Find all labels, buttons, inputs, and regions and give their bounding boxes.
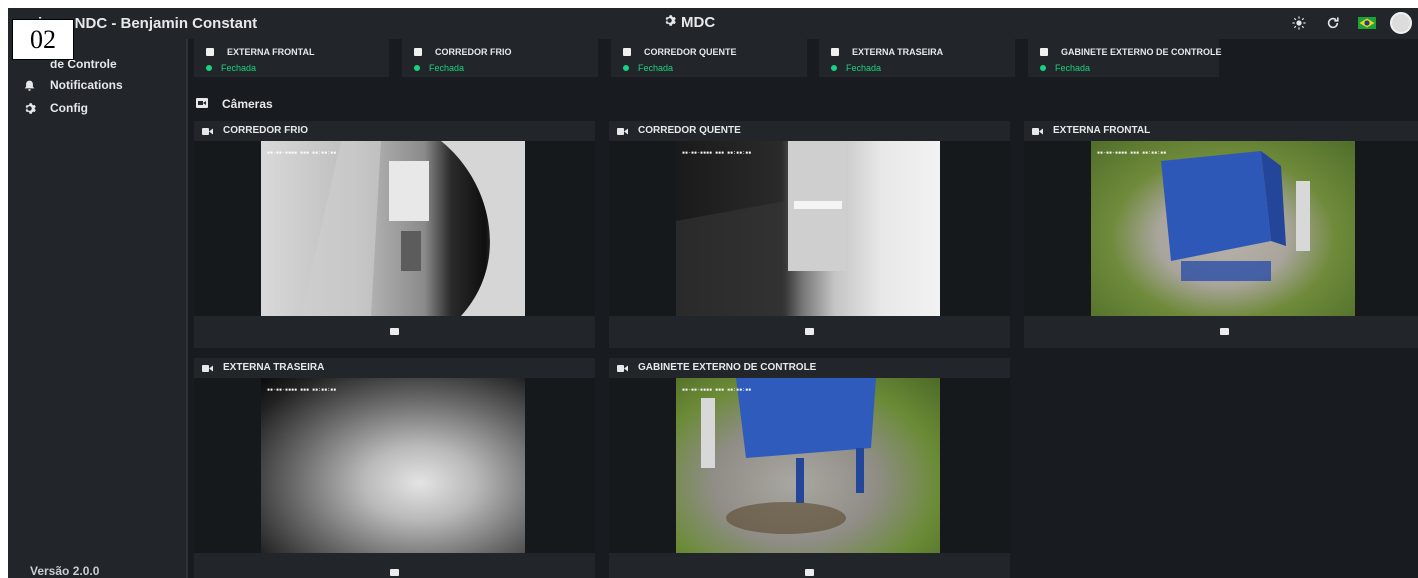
camera-image: ▪▪-▪▪-▪▪▪▪ ▪▪▪ ▪▪:▪▪:▪▪ bbox=[676, 378, 940, 553]
camera-card: CORREDOR FRIO ▪▪-▪▪-▪▪▪▪ ▪▪▪ ▪▪:▪▪:▪▪ bbox=[194, 121, 595, 348]
camera-feed[interactable]: ▪▪-▪▪-▪▪▪▪ ▪▪▪ ▪▪:▪▪:▪▪ bbox=[609, 141, 1010, 316]
door-icon bbox=[831, 48, 839, 56]
sidebar-item-config[interactable]: Config bbox=[8, 97, 186, 119]
video-camera-icon bbox=[202, 364, 213, 375]
door-status: Fechada bbox=[221, 63, 257, 73]
bell-icon bbox=[22, 78, 36, 92]
sidebar-item-label: Notifications bbox=[50, 78, 123, 92]
door-label: EXTERNA FRONTAL bbox=[227, 47, 315, 57]
video-camera-icon bbox=[617, 127, 628, 138]
status-dot-icon bbox=[414, 65, 420, 71]
camera-label: EXTERNA TRASEIRA bbox=[223, 362, 325, 373]
cameras-heading: Câmeras bbox=[196, 97, 273, 111]
video-camera-icon bbox=[617, 364, 628, 375]
camera-card: CORREDOR QUENTE ▪▪-▪▪-▪▪▪▪ ▪▪▪ ▪▪:▪▪:▪▪ bbox=[609, 121, 1010, 348]
center-title-label: MDC bbox=[681, 14, 716, 31]
camera-feed[interactable]: ▪▪-▪▪-▪▪▪▪ ▪▪▪ ▪▪:▪▪:▪▪ bbox=[609, 378, 1010, 553]
refresh-icon[interactable] bbox=[1322, 12, 1344, 34]
door-status: Fechada bbox=[1055, 63, 1091, 73]
camera-feed[interactable]: ▪▪-▪▪-▪▪▪▪ ▪▪▪ ▪▪:▪▪:▪▪ bbox=[194, 141, 595, 316]
camera-timestamp: ▪▪-▪▪-▪▪▪▪ ▪▪▪ ▪▪:▪▪:▪▪ bbox=[1097, 150, 1167, 156]
sidebar-item-notifications[interactable]: Notifications bbox=[8, 74, 186, 96]
camera-timestamp: ▪▪-▪▪-▪▪▪▪ ▪▪▪ ▪▪:▪▪:▪▪ bbox=[267, 387, 337, 393]
gear-icon bbox=[663, 14, 676, 31]
camera-timestamp: ▪▪-▪▪-▪▪▪▪ ▪▪▪ ▪▪:▪▪:▪▪ bbox=[267, 150, 337, 156]
camera-label: EXTERNA FRONTAL bbox=[1053, 125, 1151, 136]
door-label: GABINETE EXTERNO DE CONTROLE bbox=[1061, 47, 1222, 57]
camera-feed[interactable]: ▪▪-▪▪-▪▪▪▪ ▪▪▪ ▪▪:▪▪:▪▪ bbox=[1024, 141, 1418, 316]
status-dot-icon bbox=[831, 65, 837, 71]
sun-icon[interactable] bbox=[1288, 12, 1310, 34]
sidebar-item-label: Config bbox=[50, 101, 88, 115]
hd-button[interactable] bbox=[805, 328, 814, 335]
camera-image: ▪▪-▪▪-▪▪▪▪ ▪▪▪ ▪▪:▪▪:▪▪ bbox=[1091, 141, 1355, 316]
app-version: Versão 2.0.0 bbox=[30, 564, 100, 578]
door-status-card: EXTERNA FRONTAL Fechada bbox=[194, 39, 389, 77]
door-status-card: CORREDOR FRIO Fechada bbox=[402, 39, 598, 77]
camera-label: GABINETE EXTERNO DE CONTROLE bbox=[638, 362, 817, 373]
camera-label: CORREDOR QUENTE bbox=[638, 125, 741, 136]
door-label: CORREDOR QUENTE bbox=[644, 47, 737, 57]
status-dot-icon bbox=[206, 65, 212, 71]
camera-label: CORREDOR FRIO bbox=[223, 125, 308, 136]
avatar[interactable] bbox=[1390, 12, 1412, 34]
door-status: Fechada bbox=[846, 63, 882, 73]
camera-add-icon bbox=[196, 97, 208, 111]
door-status-card: GABINETE EXTERNO DE CONTROLE Fechada bbox=[1028, 39, 1222, 77]
door-label: CORREDOR FRIO bbox=[435, 47, 512, 57]
camera-image: ▪▪-▪▪-▪▪▪▪ ▪▪▪ ▪▪:▪▪:▪▪ bbox=[676, 141, 940, 316]
brazil-flag-icon[interactable] bbox=[1356, 12, 1378, 34]
camera-image: ▪▪-▪▪-▪▪▪▪ ▪▪▪ ▪▪:▪▪:▪▪ bbox=[261, 141, 525, 316]
door-icon bbox=[206, 48, 214, 56]
hd-button[interactable] bbox=[390, 328, 399, 335]
camera-feed[interactable]: ▪▪-▪▪-▪▪▪▪ ▪▪▪ ▪▪:▪▪:▪▪ bbox=[194, 378, 595, 553]
camera-timestamp: ▪▪-▪▪-▪▪▪▪ ▪▪▪ ▪▪:▪▪:▪▪ bbox=[682, 387, 752, 393]
cameras-heading-label: Câmeras bbox=[222, 97, 273, 111]
hd-button[interactable] bbox=[1220, 328, 1229, 335]
door-icon bbox=[414, 48, 422, 56]
top-actions bbox=[1288, 12, 1412, 34]
camera-card: EXTERNA FRONTAL ▪▪-▪▪-▪▪▪▪ ▪▪▪ ▪▪:▪▪:▪▪ bbox=[1024, 121, 1418, 348]
camera-card: EXTERNA TRASEIRA ▪▪-▪▪-▪▪▪▪ ▪▪▪ ▪▪:▪▪:▪▪ bbox=[194, 358, 595, 578]
door-status-card: EXTERNA TRASEIRA Fechada bbox=[819, 39, 1015, 77]
camera-image: ▪▪-▪▪-▪▪▪▪ ▪▪▪ ▪▪:▪▪:▪▪ bbox=[261, 378, 525, 553]
top-bar: iner: NDC - Benjamin Constant MDC bbox=[8, 8, 1418, 39]
door-status: Fechada bbox=[638, 63, 674, 73]
camera-card: GABINETE EXTERNO DE CONTROLE ▪▪-▪▪-▪▪▪▪ … bbox=[609, 358, 1010, 578]
camera-timestamp: ▪▪-▪▪-▪▪▪▪ ▪▪▪ ▪▪:▪▪:▪▪ bbox=[682, 150, 752, 156]
center-title[interactable]: MDC bbox=[663, 14, 715, 31]
gear-icon bbox=[22, 101, 36, 115]
app-frame: iner: NDC - Benjamin Constant MDC de Con… bbox=[8, 8, 1418, 578]
status-dot-icon bbox=[1040, 65, 1046, 71]
page-number-tag: 02 bbox=[12, 19, 74, 60]
door-status: Fechada bbox=[429, 63, 465, 73]
door-status-card: CORREDOR QUENTE Fechada bbox=[611, 39, 807, 77]
status-dot-icon bbox=[623, 65, 629, 71]
video-camera-icon bbox=[202, 127, 213, 138]
hd-button[interactable] bbox=[390, 569, 399, 576]
sidebar: de Controle Notifications Config Versão … bbox=[8, 39, 188, 578]
door-label: EXTERNA TRASEIRA bbox=[852, 47, 944, 57]
door-icon bbox=[623, 48, 631, 56]
video-camera-icon bbox=[1032, 127, 1043, 138]
hd-button[interactable] bbox=[805, 569, 814, 576]
door-icon bbox=[1040, 48, 1048, 56]
